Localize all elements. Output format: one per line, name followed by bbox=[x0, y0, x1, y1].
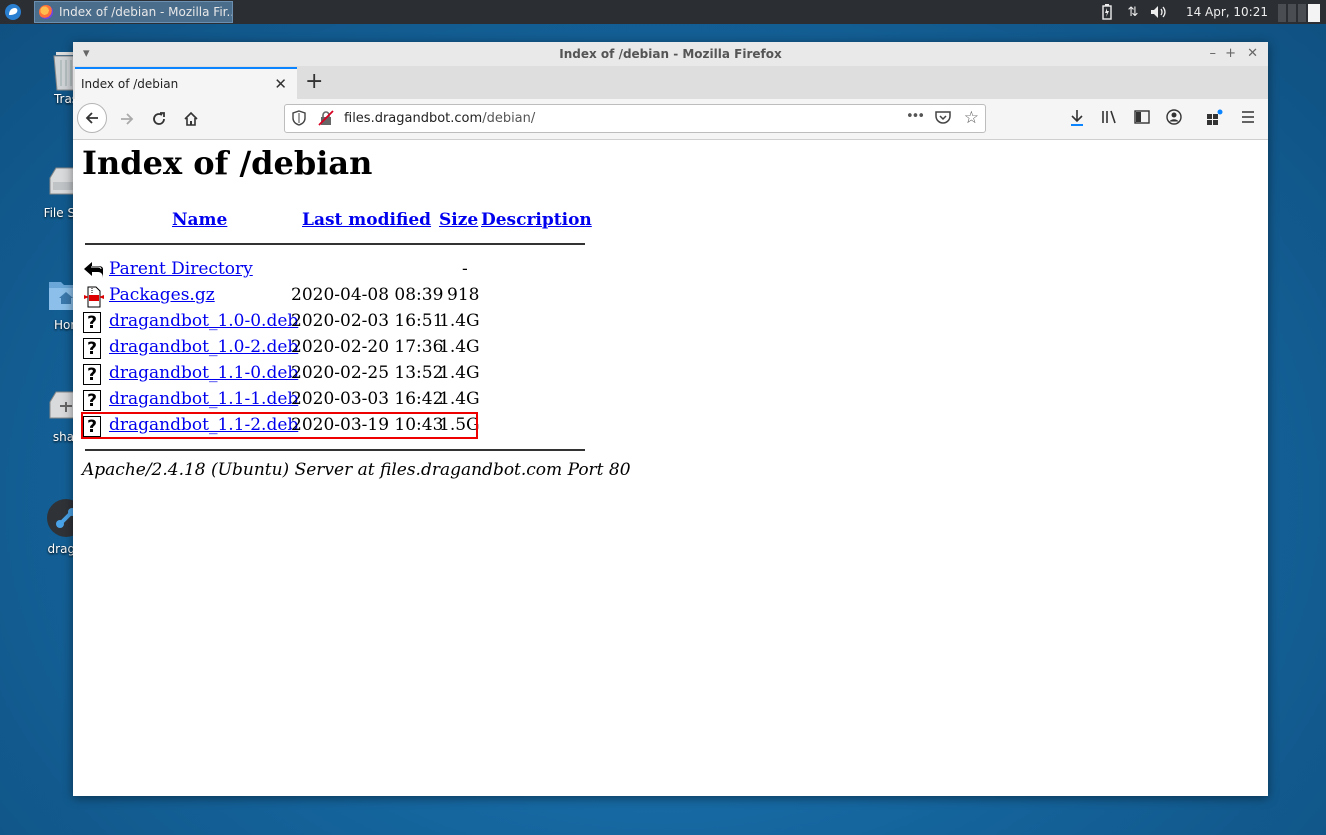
file-modified: 2020-02-20 17:36 bbox=[291, 337, 444, 357]
column-name-link[interactable]: Name bbox=[172, 210, 227, 230]
unknown-file-icon: ? bbox=[83, 390, 105, 412]
pocket-icon[interactable] bbox=[935, 110, 951, 129]
network-icon[interactable]: ⇅ bbox=[1124, 3, 1142, 21]
unknown-file-icon: ? bbox=[83, 364, 105, 386]
footer-divider bbox=[85, 449, 585, 451]
column-last-modified-link[interactable]: Last modified bbox=[302, 210, 431, 230]
account-icon[interactable] bbox=[1166, 109, 1182, 129]
file-size: 1.4G bbox=[439, 337, 480, 357]
unknown-file-icon: ? bbox=[83, 312, 105, 334]
file-size: - bbox=[462, 259, 468, 279]
navigation-toolbar: files.dragandbot.com/debian/ ••• ☆ bbox=[73, 99, 1268, 140]
server-signature: Apache/2.4.18 (Ubuntu) Server at files.d… bbox=[82, 460, 631, 480]
volume-icon[interactable] bbox=[1150, 3, 1168, 21]
close-window-icon[interactable]: ✕ bbox=[1247, 46, 1258, 61]
system-tray: ⇅ 14 Apr, 10:21 bbox=[1098, 0, 1326, 24]
tab-bar: Index of /debian ✕ + bbox=[73, 66, 1268, 99]
file-link-deb[interactable]: dragandbot_1.1-1.deb bbox=[109, 389, 298, 409]
page-content: Index of /debian Name Last modified Size… bbox=[73, 140, 1268, 796]
url-bar[interactable]: files.dragandbot.com/debian/ ••• ☆ bbox=[284, 104, 986, 133]
compressed-icon bbox=[83, 286, 105, 308]
insecure-lock-icon[interactable] bbox=[318, 110, 334, 130]
downloads-icon[interactable] bbox=[1069, 109, 1085, 131]
file-link-parent-directory[interactable]: Parent Directory bbox=[109, 259, 253, 279]
top-panel: Index of /debian - Mozilla Fir... ⇅ 14 A… bbox=[0, 0, 1326, 24]
bookmark-star-icon[interactable]: ☆ bbox=[964, 108, 979, 128]
cpu-graph bbox=[1278, 2, 1324, 22]
file-modified: 2020-04-08 08:39 bbox=[291, 285, 444, 305]
file-modified: 2020-02-03 16:51 bbox=[291, 311, 444, 331]
header-divider bbox=[85, 243, 585, 245]
battery-icon[interactable] bbox=[1098, 3, 1116, 21]
forward-button[interactable] bbox=[113, 105, 141, 133]
extensions-icon[interactable] bbox=[1206, 109, 1224, 131]
highlight-box bbox=[81, 412, 478, 439]
taskbar-window-title: Index of /debian - Mozilla Fir... bbox=[59, 5, 233, 19]
new-tab-icon[interactable]: + bbox=[305, 69, 323, 95]
file-size: 1.4G bbox=[439, 311, 480, 331]
firefox-window: ▾ Index of /debian - Mozilla Firefox – +… bbox=[73, 42, 1268, 796]
sidebar-icon[interactable] bbox=[1134, 109, 1150, 128]
xfce-menu-icon[interactable] bbox=[4, 3, 22, 21]
file-link-deb[interactable]: dragandbot_1.1-0.deb bbox=[109, 363, 298, 383]
column-description-link[interactable]: Description bbox=[481, 210, 592, 230]
file-size: 1.4G bbox=[439, 389, 480, 409]
file-modified: 2020-02-25 13:52 bbox=[291, 363, 444, 383]
window-titlebar[interactable]: ▾ Index of /debian - Mozilla Firefox – +… bbox=[73, 42, 1268, 67]
reload-button[interactable] bbox=[145, 105, 173, 133]
unknown-file-icon: ? bbox=[83, 338, 105, 360]
back-icon bbox=[83, 260, 105, 282]
file-link-deb[interactable]: dragandbot_1.0-2.deb bbox=[109, 337, 298, 357]
firefox-icon bbox=[39, 5, 53, 19]
minimize-icon[interactable]: – bbox=[1210, 46, 1217, 61]
tab-index-debian[interactable]: Index of /debian ✕ bbox=[75, 67, 297, 99]
url-text[interactable]: files.dragandbot.com/debian/ bbox=[344, 111, 535, 126]
back-button[interactable] bbox=[77, 103, 107, 133]
hamburger-menu-icon[interactable] bbox=[1240, 109, 1256, 128]
library-icon[interactable] bbox=[1101, 109, 1119, 129]
window-title: Index of /debian - Mozilla Firefox bbox=[559, 47, 782, 61]
close-tab-icon[interactable]: ✕ bbox=[274, 75, 287, 93]
clock[interactable]: 14 Apr, 10:21 bbox=[1186, 5, 1268, 19]
column-size-link[interactable]: Size bbox=[439, 210, 478, 230]
file-modified: 2020-03-03 16:42 bbox=[291, 389, 444, 409]
page-heading: Index of /debian bbox=[82, 144, 373, 182]
home-button[interactable] bbox=[177, 105, 205, 133]
taskbar-firefox-window[interactable]: Index of /debian - Mozilla Fir... bbox=[34, 1, 233, 23]
tab-label: Index of /debian bbox=[81, 77, 179, 91]
page-actions-icon[interactable]: ••• bbox=[906, 109, 925, 124]
file-link-deb[interactable]: dragandbot_1.0-0.deb bbox=[109, 311, 298, 331]
file-link-packages-gz[interactable]: Packages.gz bbox=[109, 285, 215, 305]
file-size: 918 bbox=[447, 285, 480, 305]
file-size: 1.4G bbox=[439, 363, 480, 383]
shield-icon[interactable] bbox=[292, 110, 306, 130]
maximize-icon[interactable]: + bbox=[1225, 46, 1236, 61]
